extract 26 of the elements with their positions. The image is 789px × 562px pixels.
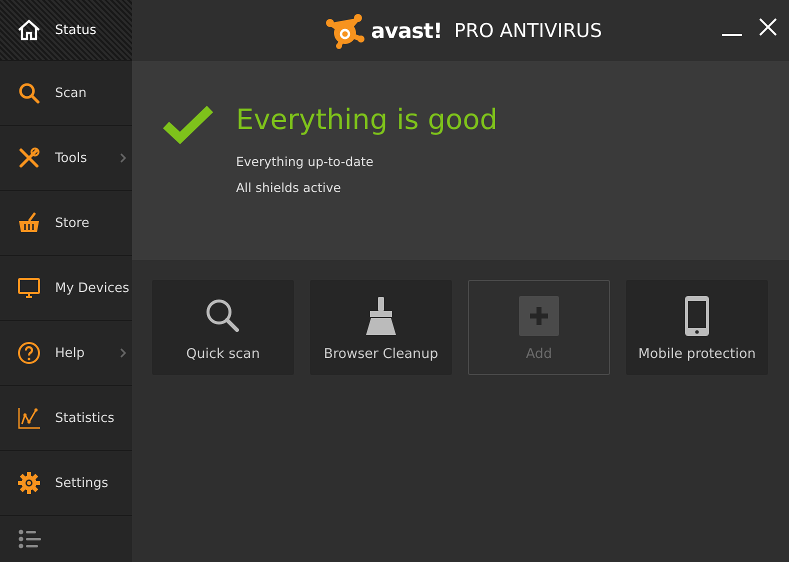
action-tile[interactable]: Mobile protection [626,280,768,375]
sidebar-item[interactable]: Status [0,0,132,61]
status-detail: All shields active [236,180,342,195]
basket-icon [17,211,41,235]
checkmark-icon [162,105,214,145]
close-button[interactable] [757,16,779,38]
settings-icon [17,471,41,495]
plus-icon [519,296,559,336]
close-icon [758,17,778,37]
product-title: PRO ANTIVIRUS [454,20,602,42]
home-icon [17,18,41,42]
action-tile[interactable]: Quick scan [152,280,294,375]
list-menu-icon[interactable] [18,529,42,549]
minimize-icon [722,34,742,36]
search-icon [17,81,41,105]
status-headline: Everything is good [236,103,498,136]
chevron-icon [120,348,126,358]
action-tile[interactable]: Browser Cleanup [310,280,452,375]
chart-icon [17,406,41,430]
logo-icon [325,12,365,48]
tools-icon [17,146,41,170]
help-icon [17,341,41,365]
monitor-icon [17,276,41,300]
logo-text: avast! [371,18,442,42]
status-detail: Everything up-to-date [236,154,374,169]
chevron-icon [120,153,126,163]
